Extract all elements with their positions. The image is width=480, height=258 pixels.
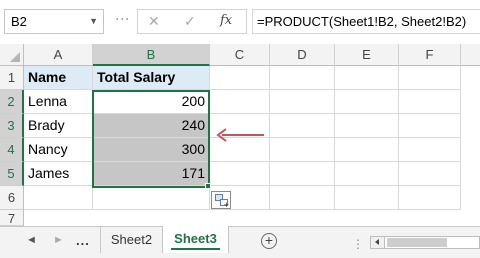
cell-d4[interactable]: [270, 138, 335, 162]
close-icon[interactable]: ✕: [148, 13, 160, 30]
plus-circle-icon[interactable]: +: [261, 233, 277, 249]
cell-b6[interactable]: [93, 186, 210, 210]
scroll-left-icon[interactable]: [371, 237, 385, 248]
fx-icon[interactable]: fx: [220, 13, 232, 28]
cell-e2[interactable]: [335, 90, 399, 114]
column-header-g[interactable]: [461, 44, 480, 66]
quick-analysis-icon[interactable]: +: [211, 191, 231, 210]
cell-e5[interactable]: [335, 162, 399, 186]
formula-input[interactable]: =PRODUCT(Sheet1!B2, Sheet2!B2): [252, 9, 480, 34]
row-header-2[interactable]: 2: [0, 90, 24, 114]
more-sheets-button[interactable]: ...: [76, 233, 90, 248]
cell-a5[interactable]: James: [24, 162, 93, 186]
cell-e6[interactable]: [335, 186, 399, 210]
more-options-icon[interactable]: ⋮: [115, 12, 131, 25]
column-header-f[interactable]: F: [399, 44, 461, 66]
cell-d3[interactable]: [270, 114, 335, 138]
cell-b3[interactable]: 240: [93, 114, 210, 138]
cell-d2[interactable]: [270, 90, 335, 114]
horizontal-scrollbar[interactable]: [370, 236, 480, 249]
active-tab-underline: [171, 248, 220, 250]
column-header-d[interactable]: D: [270, 44, 335, 66]
tab-sheet2[interactable]: Sheet2: [100, 227, 163, 253]
row-header-6[interactable]: 6: [0, 186, 24, 210]
formula-bar: B2 ▼ ⋮ ✕ ✓ fx =PRODUCT(Sheet1!B2, Sheet2…: [0, 0, 480, 44]
cell-b4[interactable]: 300: [93, 138, 210, 162]
cell-c2[interactable]: [210, 90, 270, 114]
row-header-7[interactable]: 7: [0, 210, 24, 226]
scroll-tabs-left-icon[interactable]: ◄: [26, 234, 37, 246]
cell-d5[interactable]: [270, 162, 335, 186]
cell-b1[interactable]: Total Salary: [93, 66, 210, 90]
row-header-5[interactable]: 5: [0, 162, 24, 186]
column-header-a[interactable]: A: [24, 44, 93, 66]
cell-f6[interactable]: [399, 186, 461, 210]
cell-c5[interactable]: [210, 162, 270, 186]
tab-sheet3-label: Sheet3: [174, 231, 217, 246]
formula-text[interactable]: =PRODUCT(Sheet1!B2, Sheet2!B2): [257, 14, 466, 29]
cell-f5[interactable]: [399, 162, 461, 186]
scroll-tabs-right-icon[interactable]: ►: [53, 234, 64, 246]
chevron-down-icon[interactable]: ▼: [89, 16, 98, 26]
name-box-value[interactable]: B2: [11, 14, 27, 29]
cell-c1[interactable]: [210, 66, 270, 90]
tab-sheet3[interactable]: Sheet3: [163, 226, 229, 253]
row-header-1[interactable]: 1: [0, 66, 24, 90]
cell-e1[interactable]: [335, 66, 399, 90]
cell-f3[interactable]: [399, 114, 461, 138]
cell-d6[interactable]: [270, 186, 335, 210]
formula-buttons: ✕ ✓ fx: [137, 9, 247, 34]
row-header-4[interactable]: 4: [0, 138, 24, 162]
splitter-handle-icon[interactable]: ⋮: [352, 237, 364, 251]
name-box[interactable]: B2 ▼: [4, 9, 104, 34]
fill-handle[interactable]: [205, 183, 211, 189]
cell-e4[interactable]: [335, 138, 399, 162]
cell-d1[interactable]: [270, 66, 335, 90]
cell-f2[interactable]: [399, 90, 461, 114]
cell-a6[interactable]: [24, 186, 93, 210]
cell-a4[interactable]: Nancy: [24, 138, 93, 162]
cell-a3[interactable]: Brady: [24, 114, 93, 138]
cell-b5[interactable]: 171: [93, 162, 210, 186]
cell-a2[interactable]: Lenna: [24, 90, 93, 114]
sheet-tab-bar: ◄ ► ... Sheet2 Sheet3 + ⋮: [0, 226, 480, 258]
column-header-c[interactable]: C: [210, 44, 270, 66]
check-icon[interactable]: ✓: [184, 13, 196, 30]
arrow-left-icon: [216, 128, 264, 142]
scrollbar-thumb[interactable]: [387, 238, 447, 247]
row-header-3[interactable]: 3: [0, 114, 24, 138]
column-header-b[interactable]: B: [93, 44, 210, 66]
cell-f1[interactable]: [399, 66, 461, 90]
cell-f4[interactable]: [399, 138, 461, 162]
cell-b2[interactable]: 200: [93, 90, 210, 114]
cell-e3[interactable]: [335, 114, 399, 138]
column-header-e[interactable]: E: [335, 44, 399, 66]
select-all-corner[interactable]: [0, 44, 24, 66]
cell-a1[interactable]: Name: [24, 66, 93, 90]
